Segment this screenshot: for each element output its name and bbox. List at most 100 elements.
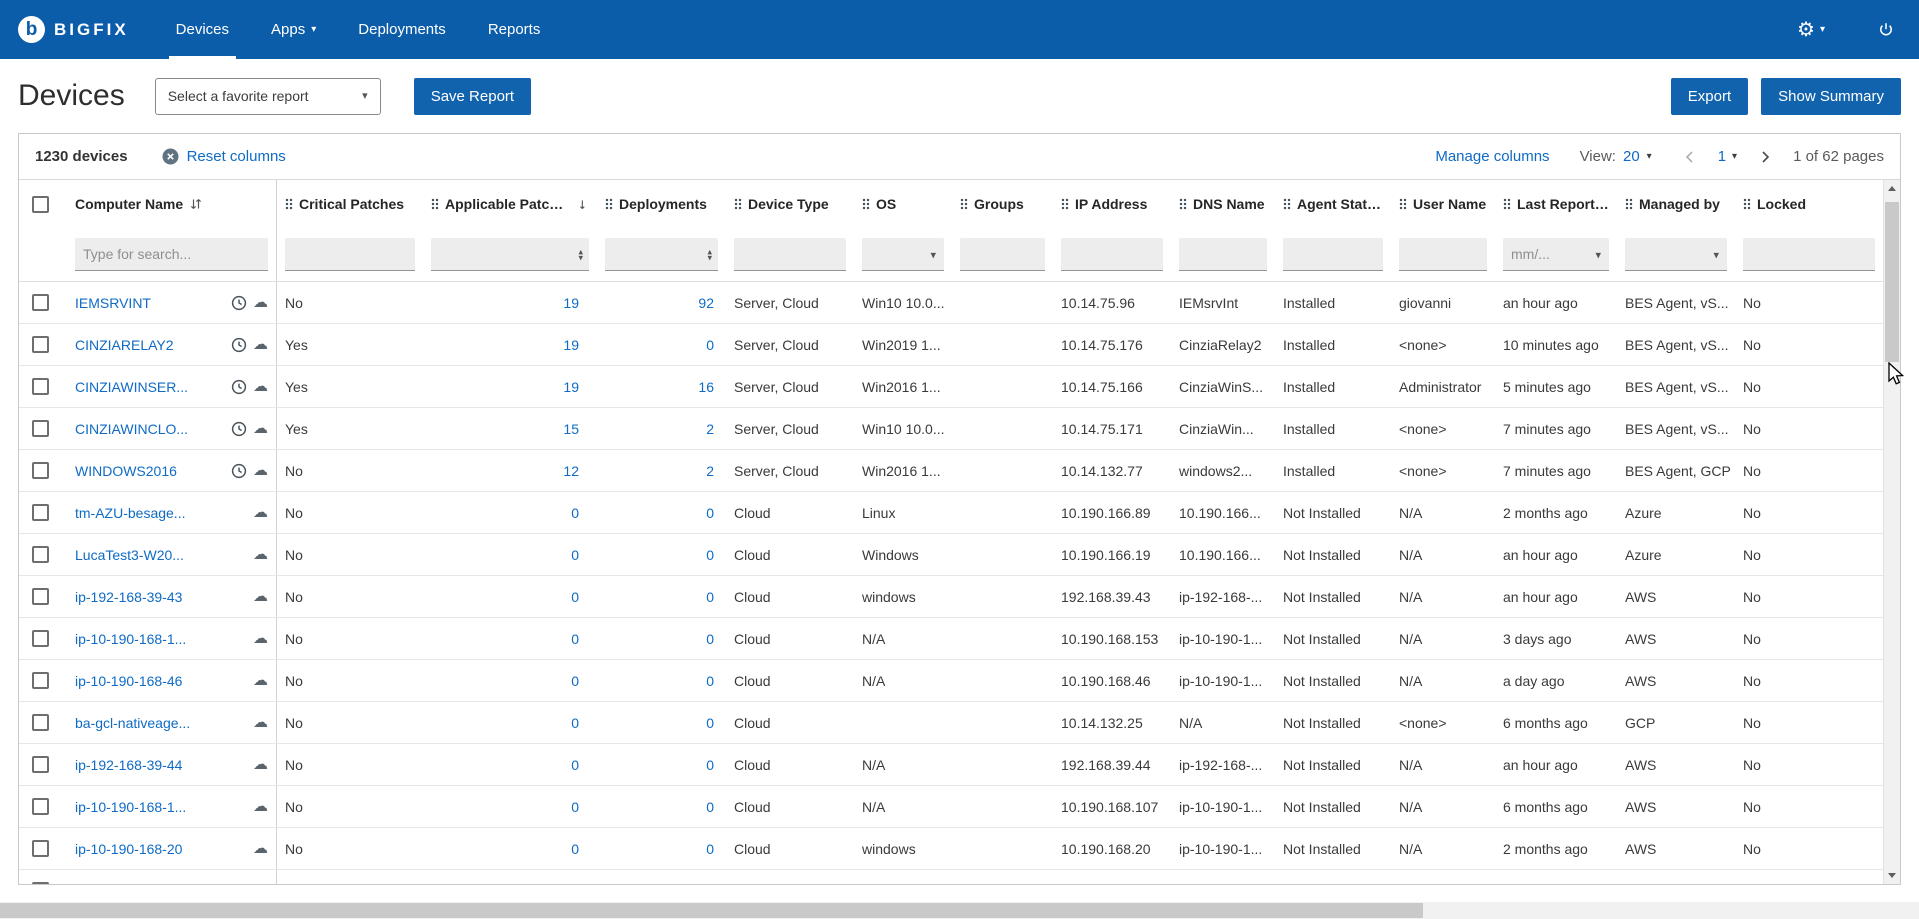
gear-icon[interactable]: ⚙ [1797,20,1815,40]
computer-name-link[interactable]: CINZIAWINSER... [75,379,188,395]
chevron-down-icon[interactable]: ▾ [1595,248,1601,261]
deployments-link[interactable]: 0 [706,757,714,773]
filter-last-report-date[interactable] [1503,238,1609,271]
applicable-patches-link[interactable]: 0 [571,883,579,885]
deployments-link[interactable]: 0 [706,589,714,605]
deployments-link[interactable]: 92 [698,295,714,311]
deployments-link[interactable]: 0 [706,799,714,815]
chevron-down-icon[interactable]: ▾ [1820,24,1825,35]
search-input[interactable] [75,238,268,271]
favorite-report-select[interactable]: Select a favorite report ▾ [155,78,381,115]
row-checkbox[interactable] [32,756,49,773]
applicable-patches-link[interactable]: 0 [571,757,579,773]
power-icon[interactable] [1877,21,1895,39]
filter-dns-name[interactable] [1179,238,1267,271]
applicable-patches-link[interactable]: 0 [571,799,579,815]
column-header-deployments[interactable]: Deployments [597,180,726,228]
computer-name-link[interactable]: tm-AZU-besage... [75,505,185,521]
page-number-select[interactable]: 1 ▾ [1718,148,1737,165]
row-checkbox[interactable] [32,462,49,479]
deployments-link[interactable]: 16 [698,379,714,395]
drag-handle-icon[interactable] [1179,198,1187,210]
row-checkbox[interactable] [32,378,49,395]
column-header-managed-by[interactable]: Managed by [1617,180,1735,228]
drag-handle-icon[interactable] [1061,198,1069,210]
row-checkbox[interactable] [32,630,49,647]
filter-agent-status[interactable] [1283,238,1383,271]
applicable-patches-link[interactable]: 12 [563,463,579,479]
computer-name-link[interactable]: ip-10-190-168-20 [75,841,182,857]
nav-tab-devices[interactable]: Devices [155,0,250,59]
computer-name-link[interactable]: LucaTest3-W20... [75,547,184,563]
save-report-button[interactable]: Save Report [414,78,531,115]
filter-critical-patches[interactable] [285,238,415,271]
computer-name-link[interactable]: ip-10-190-168-1... [75,631,186,647]
row-checkbox[interactable] [32,420,49,437]
column-header-agent-status[interactable]: Agent Status [1275,180,1391,228]
number-stepper-icon[interactable]: ▴▾ [707,248,712,262]
drag-handle-icon[interactable] [862,198,870,210]
chevron-down-icon[interactable]: ▾ [1713,248,1719,261]
column-header-critical-patches[interactable]: Critical Patches [277,180,423,228]
filter-applicable-patches[interactable] [431,238,589,271]
applicable-patches-link[interactable]: 0 [571,631,579,647]
drag-handle-icon[interactable] [1283,198,1291,210]
drag-handle-icon[interactable] [734,198,742,210]
vertical-scrollbar[interactable] [1883,180,1900,884]
column-header-locked[interactable]: Locked [1735,180,1883,228]
show-summary-button[interactable]: Show Summary [1761,78,1901,115]
deployments-link[interactable]: 0 [706,337,714,353]
nav-tab-apps[interactable]: Apps ▾ [250,0,337,59]
nav-tab-reports[interactable]: Reports [467,0,562,59]
row-checkbox[interactable] [32,672,49,689]
filter-device-type[interactable] [734,238,846,271]
applicable-patches-link[interactable]: 0 [571,547,579,563]
manage-columns-link[interactable]: Manage columns [1435,148,1549,165]
computer-name-link[interactable]: CINZIARELAY2 [75,337,174,353]
applicable-patches-link[interactable]: 0 [571,589,579,605]
column-header-user-name[interactable]: User Name [1391,180,1495,228]
previous-page-button[interactable] [1682,149,1698,165]
column-header-dns-name[interactable]: DNS Name [1171,180,1275,228]
drag-handle-icon[interactable] [1625,198,1633,210]
applicable-patches-link[interactable]: 0 [571,841,579,857]
row-checkbox[interactable] [32,546,49,563]
applicable-patches-link[interactable]: 19 [563,337,579,353]
row-checkbox[interactable] [32,504,49,521]
computer-name-link[interactable]: WINDOWS2016 [75,463,177,479]
reset-columns-button[interactable]: Reset columns [162,148,286,165]
deployments-link[interactable]: 2 [706,463,714,479]
row-checkbox[interactable] [32,882,49,884]
row-checkbox[interactable] [32,336,49,353]
column-header-device-type[interactable]: Device Type [726,180,854,228]
row-checkbox[interactable] [32,840,49,857]
computer-name-link[interactable]: ip-10-190-168-46 [75,673,182,689]
row-checkbox[interactable] [32,588,49,605]
filter-locked[interactable] [1743,238,1875,271]
column-header-os[interactable]: OS [854,180,952,228]
applicable-patches-link[interactable]: 19 [563,295,579,311]
select-all-checkbox[interactable] [32,196,49,213]
applicable-patches-link[interactable]: 0 [571,715,579,731]
scroll-up-button[interactable] [1884,180,1900,197]
bigfix-logo[interactable]: b BIGFIX [0,0,155,59]
applicable-patches-link[interactable]: 15 [563,421,579,437]
computer-name-link[interactable]: CINZIAWINCLO... [75,421,188,437]
column-header-ip-address[interactable]: IP Address [1053,180,1171,228]
number-stepper-icon[interactable]: ▴▾ [578,248,583,262]
export-button[interactable]: Export [1671,78,1748,115]
horizontal-scrollbar[interactable] [0,902,1919,919]
nav-tab-deployments[interactable]: Deployments [337,0,467,59]
deployments-link[interactable]: 0 [706,883,714,885]
filter-managed-by[interactable] [1625,238,1727,271]
deployments-link[interactable]: 0 [706,673,714,689]
computer-name-link[interactable]: ip-10-190-168-2... [75,883,186,885]
deployments-link[interactable]: 0 [706,715,714,731]
drag-handle-icon[interactable] [285,198,293,210]
column-header-computer-name[interactable]: Computer Name [67,180,277,228]
computer-name-link[interactable]: ip-10-190-168-1... [75,799,186,815]
drag-handle-icon[interactable] [960,198,968,210]
deployments-link[interactable]: 0 [706,505,714,521]
computer-name-link[interactable]: ip-192-168-39-44 [75,757,182,773]
column-header-applicable-patches[interactable]: Applicable Patches [423,180,597,228]
